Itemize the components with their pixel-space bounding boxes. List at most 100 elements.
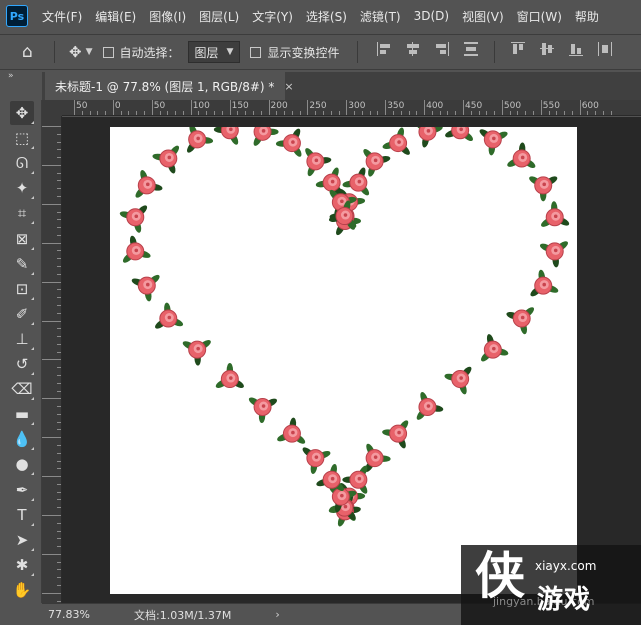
menu-help[interactable]: 帮助 bbox=[575, 8, 599, 25]
ruler-label: 300 bbox=[348, 101, 366, 111]
home-icon[interactable]: ⌂ bbox=[22, 42, 44, 62]
collapse-panel-icon[interactable]: » bbox=[8, 71, 14, 81]
distribute-vertical-icon[interactable] bbox=[597, 41, 613, 57]
rose-flower bbox=[382, 420, 409, 449]
menu-view[interactable]: 视图(V) bbox=[462, 8, 504, 25]
ruler-minor-tick bbox=[595, 111, 597, 115]
lasso-tool[interactable]: ᘏ bbox=[10, 151, 34, 175]
document-canvas[interactable] bbox=[110, 127, 577, 594]
ruler-minor-tick bbox=[431, 111, 433, 115]
healing-brush-tool[interactable]: ⊡ bbox=[10, 277, 34, 301]
ruler-minor-tick bbox=[159, 111, 161, 115]
ruler-label: 450 bbox=[465, 101, 483, 111]
chevron-down-icon[interactable]: ▼ bbox=[86, 47, 93, 57]
ruler-origin[interactable] bbox=[42, 100, 62, 116]
vertical-ruler[interactable] bbox=[42, 116, 62, 603]
ruler-minor-tick bbox=[221, 111, 223, 115]
ruler-minor-tick bbox=[97, 111, 99, 115]
ruler-label: 550 bbox=[542, 101, 560, 111]
menu-edit[interactable]: 编辑(E) bbox=[95, 8, 136, 25]
align-right-icon[interactable] bbox=[434, 41, 450, 57]
menu-3d[interactable]: 3D(D) bbox=[414, 9, 449, 23]
auto-select-checkbox[interactable] bbox=[102, 46, 114, 58]
document-tab[interactable]: 未标题-1 @ 77.8% (图层 1, RGB/8#) * × bbox=[45, 72, 294, 100]
eyedropper-icon: ✎ bbox=[15, 254, 29, 273]
ruler-minor-tick bbox=[57, 406, 61, 408]
align-middle-icon[interactable] bbox=[539, 41, 555, 57]
ruler-minor-tick bbox=[338, 111, 340, 115]
menu-window[interactable]: 窗口(W) bbox=[517, 8, 562, 25]
align-left-icon[interactable] bbox=[376, 41, 392, 57]
tools-panel: ✥ ⬚ ᘏ ✦ ⌗ ⊠ ✎ ⊡ ✐ ⊥ ↺ ⌫ ▬ 💧 ● ✒ T ➤ ✱ ✋ bbox=[0, 100, 42, 603]
marquee-icon: ⬚ bbox=[14, 129, 30, 148]
ruler-minor-tick bbox=[57, 227, 61, 229]
frame-tool[interactable]: ⊠ bbox=[10, 227, 34, 251]
ruler-minor-tick bbox=[57, 600, 61, 602]
move-icon: ✥ bbox=[15, 104, 29, 122]
menu-type[interactable]: 文字(Y) bbox=[252, 8, 293, 25]
tool-group-indicator bbox=[31, 497, 34, 501]
ruler-label: 150 bbox=[231, 101, 249, 111]
menu-filter[interactable]: 滤镜(T) bbox=[360, 8, 401, 25]
rose-flower bbox=[187, 127, 214, 153]
ruler-minor-tick bbox=[57, 491, 61, 493]
dodge-tool[interactable]: ● bbox=[10, 452, 34, 476]
status-menu-arrow-icon[interactable]: › bbox=[275, 608, 279, 621]
blur-tool[interactable]: 💧 bbox=[10, 427, 34, 451]
tool-group-indicator bbox=[31, 221, 34, 225]
menu-image[interactable]: 图像(I) bbox=[149, 8, 186, 25]
brush-tool[interactable]: ✐ bbox=[10, 302, 34, 326]
horizontal-ruler[interactable]: 50 0 50 100 150 200 250 300 350 400 450 500 550 600 bbox=[62, 100, 641, 116]
move-icon[interactable]: ✥ bbox=[69, 43, 82, 61]
ruler-label: 200 bbox=[270, 101, 288, 111]
eyedropper-tool[interactable]: ✎ bbox=[10, 252, 34, 276]
align-top-icon[interactable] bbox=[510, 41, 526, 57]
ruler-minor-tick bbox=[571, 111, 573, 115]
ruler-minor-tick bbox=[377, 111, 379, 115]
distribute-icon[interactable] bbox=[463, 41, 479, 57]
hand-tool[interactable]: ✋ bbox=[10, 578, 34, 602]
rose-flower bbox=[541, 201, 570, 227]
magic-wand-tool[interactable]: ✦ bbox=[10, 176, 34, 200]
magic-wand-icon: ✦ bbox=[15, 179, 29, 198]
gradient-tool[interactable]: ▬ bbox=[10, 402, 34, 426]
eraser-tool[interactable]: ⌫ bbox=[10, 377, 34, 401]
ruler-minor-tick bbox=[214, 111, 216, 115]
ruler-minor-tick bbox=[276, 111, 278, 115]
tool-group-indicator bbox=[31, 196, 34, 200]
show-transform-checkbox[interactable] bbox=[250, 46, 262, 58]
menu-file[interactable]: 文件(F) bbox=[42, 8, 82, 25]
menu-select[interactable]: 选择(S) bbox=[306, 8, 347, 25]
close-icon[interactable]: × bbox=[284, 80, 293, 93]
rose-flower bbox=[479, 129, 508, 156]
rose-flower bbox=[444, 366, 472, 395]
type-tool[interactable]: T bbox=[10, 503, 34, 527]
pen-tool[interactable]: ✒ bbox=[10, 478, 34, 502]
history-brush-tool[interactable]: ↺ bbox=[10, 352, 34, 376]
path-selection-tool[interactable]: ➤ bbox=[10, 528, 34, 552]
ruler-minor-tick bbox=[57, 585, 61, 587]
ruler-label: 100 bbox=[192, 101, 210, 111]
custom-shape-tool[interactable]: ✱ bbox=[10, 553, 34, 577]
rose-flower bbox=[539, 241, 568, 268]
zoom-level[interactable]: 77.83% bbox=[48, 608, 120, 621]
ruler-label: 400 bbox=[426, 101, 444, 111]
ruler-major-tick bbox=[463, 100, 464, 115]
marquee-tool[interactable]: ⬚ bbox=[10, 126, 34, 150]
ruler-major-tick bbox=[42, 164, 61, 166]
ruler-minor-tick bbox=[57, 180, 61, 182]
move-tool[interactable]: ✥ bbox=[10, 101, 34, 125]
ruler-minor-tick bbox=[237, 111, 239, 115]
crop-tool[interactable]: ⌗ bbox=[10, 201, 34, 225]
ruler-minor-tick bbox=[322, 111, 324, 115]
auto-select-target-dropdown[interactable]: 图层 ▼ bbox=[187, 41, 241, 63]
rose-flower bbox=[529, 176, 558, 202]
clone-stamp-tool[interactable]: ⊥ bbox=[10, 327, 34, 351]
ruler-minor-tick bbox=[57, 421, 61, 423]
menu-layer[interactable]: 图层(L) bbox=[199, 8, 239, 25]
gradient-icon: ▬ bbox=[14, 405, 30, 424]
rose-flower bbox=[507, 142, 536, 169]
align-bottom-icon[interactable] bbox=[568, 41, 584, 57]
align-center-icon[interactable] bbox=[405, 41, 421, 57]
ruler-minor-tick bbox=[57, 211, 61, 213]
